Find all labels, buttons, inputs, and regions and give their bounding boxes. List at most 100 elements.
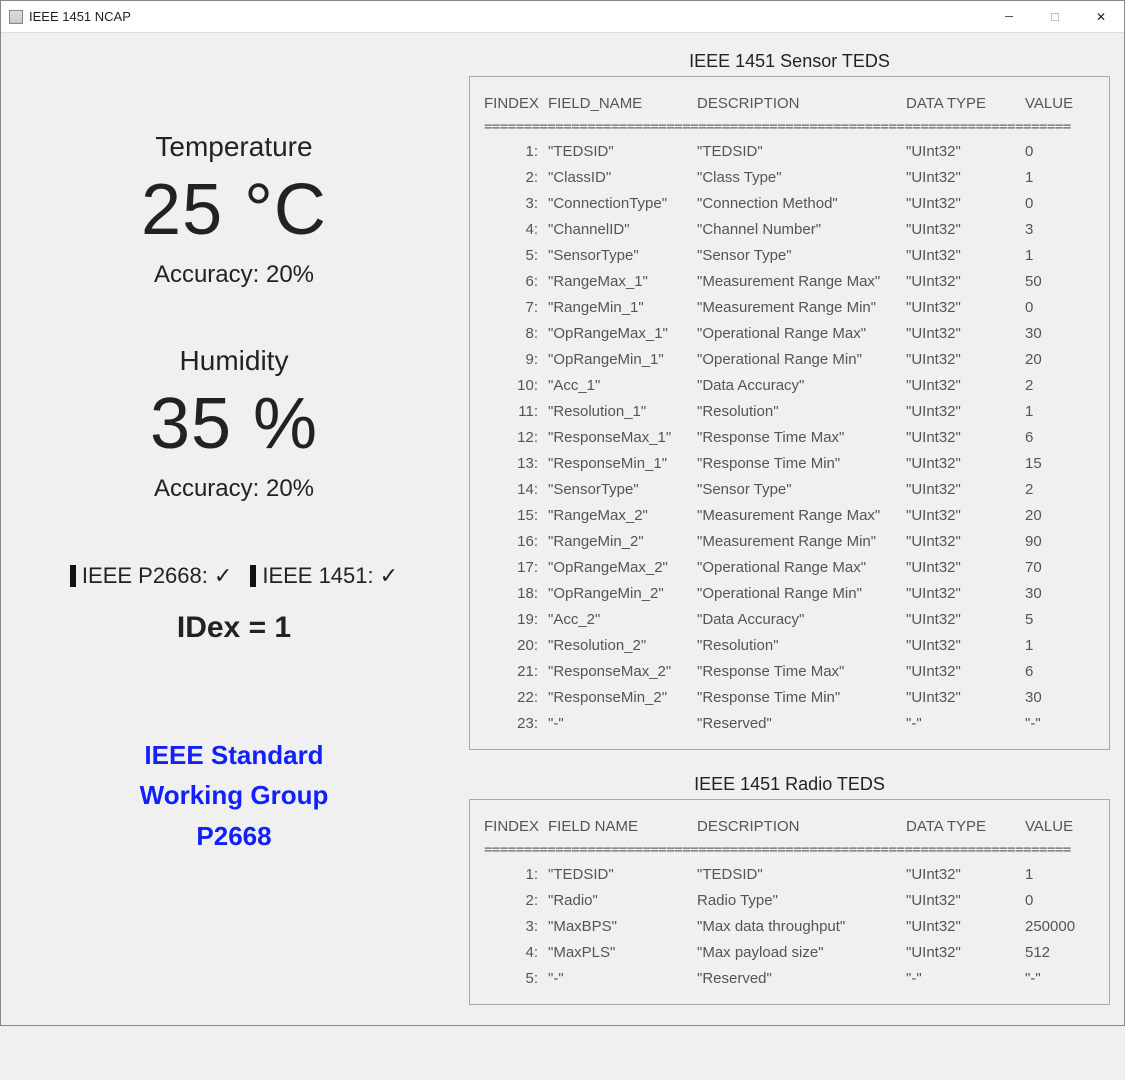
cell-desc: "Measurement Range Min" — [697, 295, 902, 321]
cell-type: "UInt32" — [906, 888, 1021, 914]
status-p2668-value: ✓ — [214, 563, 232, 589]
cell-idx: 5: — [484, 966, 544, 992]
cell-value: 1 — [1025, 399, 1095, 425]
sensor-teds-title: IEEE 1451 Sensor TEDS — [469, 51, 1110, 72]
sensor-teds-box: FINDEX FIELD_NAME DESCRIPTION DATA TYPE … — [469, 76, 1110, 750]
cell-type: "UInt32" — [906, 347, 1021, 373]
cell-value: 70 — [1025, 555, 1095, 581]
table-row: 8:"OpRangeMax_1""Operational Range Max""… — [484, 321, 1095, 347]
cell-type: "UInt32" — [906, 217, 1021, 243]
sensor-teds-rows: 1:"TEDSID""TEDSID""UInt32"02:"ClassID""C… — [484, 139, 1095, 737]
cell-idx: 8: — [484, 321, 544, 347]
cell-name: "Radio" — [548, 888, 693, 914]
cell-name: "ResponseMax_1" — [548, 425, 693, 451]
col-description: DESCRIPTION — [697, 91, 902, 117]
close-button[interactable] — [1078, 1, 1124, 32]
cell-idx: 6: — [484, 269, 544, 295]
branding-line3: P2668 — [140, 816, 329, 856]
cell-type: "UInt32" — [906, 633, 1021, 659]
cell-idx: 1: — [484, 862, 544, 888]
cell-value: 20 — [1025, 347, 1095, 373]
cell-value: 90 — [1025, 529, 1095, 555]
cell-type: "UInt32" — [906, 940, 1021, 966]
cell-idx: 13: — [484, 451, 544, 477]
cell-type: "UInt32" — [906, 269, 1021, 295]
humidity-accuracy: Accuracy: 20% — [150, 475, 318, 503]
sensor-teds-header: FINDEX FIELD_NAME DESCRIPTION DATA TYPE … — [484, 91, 1095, 117]
separator: ========================================… — [484, 119, 1095, 135]
sensor-teds-section: IEEE 1451 Sensor TEDS FINDEX FIELD_NAME … — [469, 45, 1110, 750]
status-1451: IEEE 1451: ✓ — [250, 563, 398, 589]
humidity-block: Humidity 35 % Accuracy: 20% — [150, 339, 318, 503]
cell-value: 3 — [1025, 217, 1095, 243]
cell-idx: 22: — [484, 685, 544, 711]
cell-desc: "Data Accuracy" — [697, 373, 902, 399]
col-findex: FINDEX — [484, 91, 544, 117]
cell-idx: 5: — [484, 243, 544, 269]
cell-type: "UInt32" — [906, 607, 1021, 633]
table-row: 22:"ResponseMin_2""Response Time Min""UI… — [484, 685, 1095, 711]
col-value: VALUE — [1025, 91, 1095, 117]
cell-name: "OpRangeMin_1" — [548, 347, 693, 373]
cell-name: "SensorType" — [548, 243, 693, 269]
table-row: 18:"OpRangeMin_2""Operational Range Min"… — [484, 581, 1095, 607]
cell-desc: "Sensor Type" — [697, 243, 902, 269]
cell-idx: 10: — [484, 373, 544, 399]
cell-desc: "Response Time Min" — [697, 451, 902, 477]
status-bar-icon — [70, 565, 76, 587]
cell-value: 2 — [1025, 373, 1095, 399]
cell-desc: Radio Type" — [697, 888, 902, 914]
cell-type: "UInt32" — [906, 503, 1021, 529]
left-pane: Temperature 25 °C Accuracy: 20% Humidity… — [15, 45, 453, 1005]
cell-type: "UInt32" — [906, 914, 1021, 940]
cell-type: "UInt32" — [906, 862, 1021, 888]
cell-name: "OpRangeMax_1" — [548, 321, 693, 347]
maximize-button[interactable] — [1032, 1, 1078, 32]
client-area: Temperature 25 °C Accuracy: 20% Humidity… — [1, 33, 1124, 1025]
minimize-button[interactable] — [986, 1, 1032, 32]
cell-desc: "Sensor Type" — [697, 477, 902, 503]
table-row: 7:"RangeMin_1""Measurement Range Min""UI… — [484, 295, 1095, 321]
cell-desc: "Measurement Range Max" — [697, 269, 902, 295]
cell-desc: "Response Time Min" — [697, 685, 902, 711]
table-row: 14:"SensorType""Sensor Type""UInt32"2 — [484, 477, 1095, 503]
cell-value: 20 — [1025, 503, 1095, 529]
table-row: 6:"RangeMax_1""Measurement Range Max""UI… — [484, 269, 1095, 295]
right-pane: IEEE 1451 Sensor TEDS FINDEX FIELD_NAME … — [469, 45, 1110, 1005]
cell-value: 15 — [1025, 451, 1095, 477]
cell-name: "Acc_1" — [548, 373, 693, 399]
cell-desc: "Response Time Max" — [697, 425, 902, 451]
radio-teds-rows: 1:"TEDSID""TEDSID""UInt32"12:"Radio"Radi… — [484, 862, 1095, 992]
app-icon — [9, 10, 23, 24]
cell-type: "UInt32" — [906, 529, 1021, 555]
cell-name: "-" — [548, 711, 693, 737]
cell-name: "TEDSID" — [548, 139, 693, 165]
col-fieldname: FIELD_NAME — [548, 91, 693, 117]
table-row: 4:"MaxPLS""Max payload size""UInt32"512 — [484, 940, 1095, 966]
cell-type: "UInt32" — [906, 581, 1021, 607]
cell-value: 50 — [1025, 269, 1095, 295]
cell-name: "ResponseMin_2" — [548, 685, 693, 711]
cell-value: 0 — [1025, 295, 1095, 321]
titlebar[interactable]: IEEE 1451 NCAP — [1, 1, 1124, 33]
status-1451-value: ✓ — [380, 563, 398, 589]
cell-value: 6 — [1025, 425, 1095, 451]
col-datatype: DATA TYPE — [906, 91, 1021, 117]
cell-value: 1 — [1025, 862, 1095, 888]
cell-idx: 21: — [484, 659, 544, 685]
cell-desc: "Operational Range Max" — [697, 555, 902, 581]
cell-type: "UInt32" — [906, 685, 1021, 711]
cell-desc: "Measurement Range Min" — [697, 529, 902, 555]
cell-name: "Acc_2" — [548, 607, 693, 633]
cell-type: "UInt32" — [906, 139, 1021, 165]
cell-type: "UInt32" — [906, 321, 1021, 347]
table-row: 4:"ChannelID""Channel Number""UInt32"3 — [484, 217, 1095, 243]
table-row: 9:"OpRangeMin_1""Operational Range Min""… — [484, 347, 1095, 373]
cell-idx: 15: — [484, 503, 544, 529]
idex-value: IDex = 1 — [177, 611, 291, 645]
cell-idx: 1: — [484, 139, 544, 165]
branding-line2: Working Group — [140, 775, 329, 815]
table-row: 1:"TEDSID""TEDSID""UInt32"1 — [484, 862, 1095, 888]
cell-name: "ChannelID" — [548, 217, 693, 243]
table-row: 12:"ResponseMax_1""Response Time Max""UI… — [484, 425, 1095, 451]
